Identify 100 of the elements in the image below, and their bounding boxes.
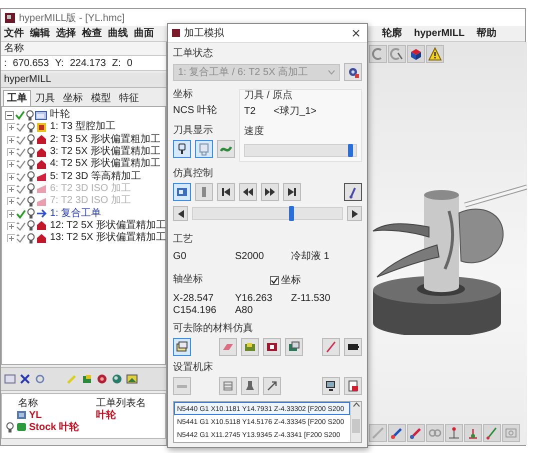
field-value: S2000 [235,251,265,263]
menu-item[interactable]: 轮廓 [382,27,402,40]
pencil-icon [371,426,385,440]
menu-item[interactable]: 曲面 [134,27,154,40]
tool-button[interactable] [263,377,281,395]
check-icon [16,208,26,219]
menu-item[interactable]: 检查 [82,27,102,40]
toolbar-button[interactable] [407,424,425,442]
expand-icon[interactable] [7,136,15,144]
control-button[interactable] [344,183,362,201]
window-title: hyperMILL版 - [YL.hmc] [19,12,125,24]
step-back-button[interactable] [173,206,188,221]
operation-icon [36,146,47,158]
toggle-button[interactable] [217,140,235,158]
toggle-button[interactable] [173,338,191,356]
toolbar-button[interactable] [388,424,406,442]
tree-item[interactable]: 4: T2 5X 形状偏置精加工 [50,158,160,170]
toolbar-button[interactable] [407,45,425,63]
folder-icon [35,110,47,120]
column-header[interactable]: 工单列表名 [84,396,161,410]
expand-icon[interactable] [7,160,15,168]
scroll-up-icon[interactable] [352,402,360,407]
holder-outline-icon [197,142,211,156]
toolbar-button[interactable] [426,45,444,63]
toggle-button[interactable] [263,338,281,356]
toolbar-button[interactable] [483,424,501,442]
toggle-button[interactable] [344,338,362,356]
tree-item[interactable]: 5: T2 3D 等高精加工 [50,170,141,183]
stock-icon [175,340,189,354]
close-button[interactable]: × [348,26,363,40]
operation-icon [36,171,47,182]
picture-icon[interactable] [126,373,138,385]
toggle-button[interactable] [322,338,340,356]
coordinate-checkbox[interactable]: 坐标 [270,273,362,287]
triangle-right-icon [352,210,358,218]
tab[interactable]: 模型 [87,90,115,106]
operation-icon [36,196,47,207]
tab[interactable]: 特征 [115,90,143,106]
tool-button[interactable] [322,377,340,395]
progress-slider[interactable] [192,207,343,220]
expand-icon[interactable] [7,197,15,206]
tree-item[interactable]: 1: T3 型腔加工 [50,121,116,134]
operation-icon [36,232,47,244]
toggle-button[interactable] [219,338,237,356]
expand-icon[interactable] [7,234,15,242]
expand-icon[interactable] [7,222,15,230]
field-value: A80 [235,305,254,317]
expand-icon[interactable] [7,123,15,132]
expand-icon[interactable] [7,184,15,193]
tab[interactable]: 刀具 [31,90,59,106]
toolbar-button[interactable] [445,424,463,442]
sphere-icon[interactable] [96,373,108,385]
tree-item[interactable]: 13: T2 5X 形状偏置精加工 [50,232,166,244]
tree-item[interactable]: 叶轮 [50,109,70,122]
collapse-icon[interactable] [5,110,14,120]
arrow-icon [265,379,279,393]
speed-slider[interactable] [244,144,357,157]
tree-item[interactable]: 2: T3 5X 形状偏置粗加工 [50,134,160,146]
control-button[interactable] [239,183,257,201]
stock-icon[interactable] [81,373,93,385]
expand-icon[interactable] [7,148,15,156]
toggle-button[interactable] [195,140,213,158]
scrollbar-thumb[interactable] [352,419,360,433]
menu-item[interactable]: 帮助 [476,27,497,40]
coordinate-value: 670.653 [12,58,49,68]
sphere-icon[interactable] [111,373,123,385]
step-forward-button[interactable] [347,206,362,221]
control-button[interactable] [261,183,279,201]
control-button[interactable] [283,183,301,201]
toolbar-button[interactable] [464,424,482,442]
toolbar-button[interactable] [388,45,406,63]
refresh-button[interactable] [344,63,362,81]
field-value: G0 [173,251,188,263]
expand-icon[interactable] [7,172,15,181]
tree-item[interactable]: 3: T2 5X 形状偏置精加工 [50,146,160,158]
menu-item[interactable]: 曲线 [108,27,128,40]
delete-icon[interactable] [19,373,31,385]
menu-item[interactable]: hyperMILL [414,27,465,40]
link-icon[interactable] [34,373,46,385]
table-icon[interactable] [4,373,16,385]
tool-button[interactable] [241,377,259,395]
menu-item[interactable]: 文件 [4,27,24,40]
tool-button[interactable] [344,377,362,395]
tab[interactable]: 工单 [3,90,31,106]
toggle-button[interactable] [285,338,303,356]
tree-item[interactable]: 12: T2 5X 形状偏置精加工 [50,220,166,232]
toggle-button[interactable] [241,338,259,356]
toggle-button[interactable] [173,140,191,158]
menu-item[interactable]: 编辑 [30,27,50,40]
tree-item[interactable]: 1: 复合工单 [50,208,102,220]
brush-icon [409,426,423,440]
control-button[interactable] [217,183,235,201]
slider-thumb[interactable] [348,144,353,157]
tab[interactable]: 坐标 [59,90,87,106]
column-header[interactable]: 名称 [6,396,84,410]
monitor-icon [324,379,338,393]
check-icon [16,220,26,231]
expand-icon[interactable] [7,210,15,218]
slider-thumb[interactable] [289,206,294,221]
menu-item[interactable]: 选择 [56,27,76,40]
